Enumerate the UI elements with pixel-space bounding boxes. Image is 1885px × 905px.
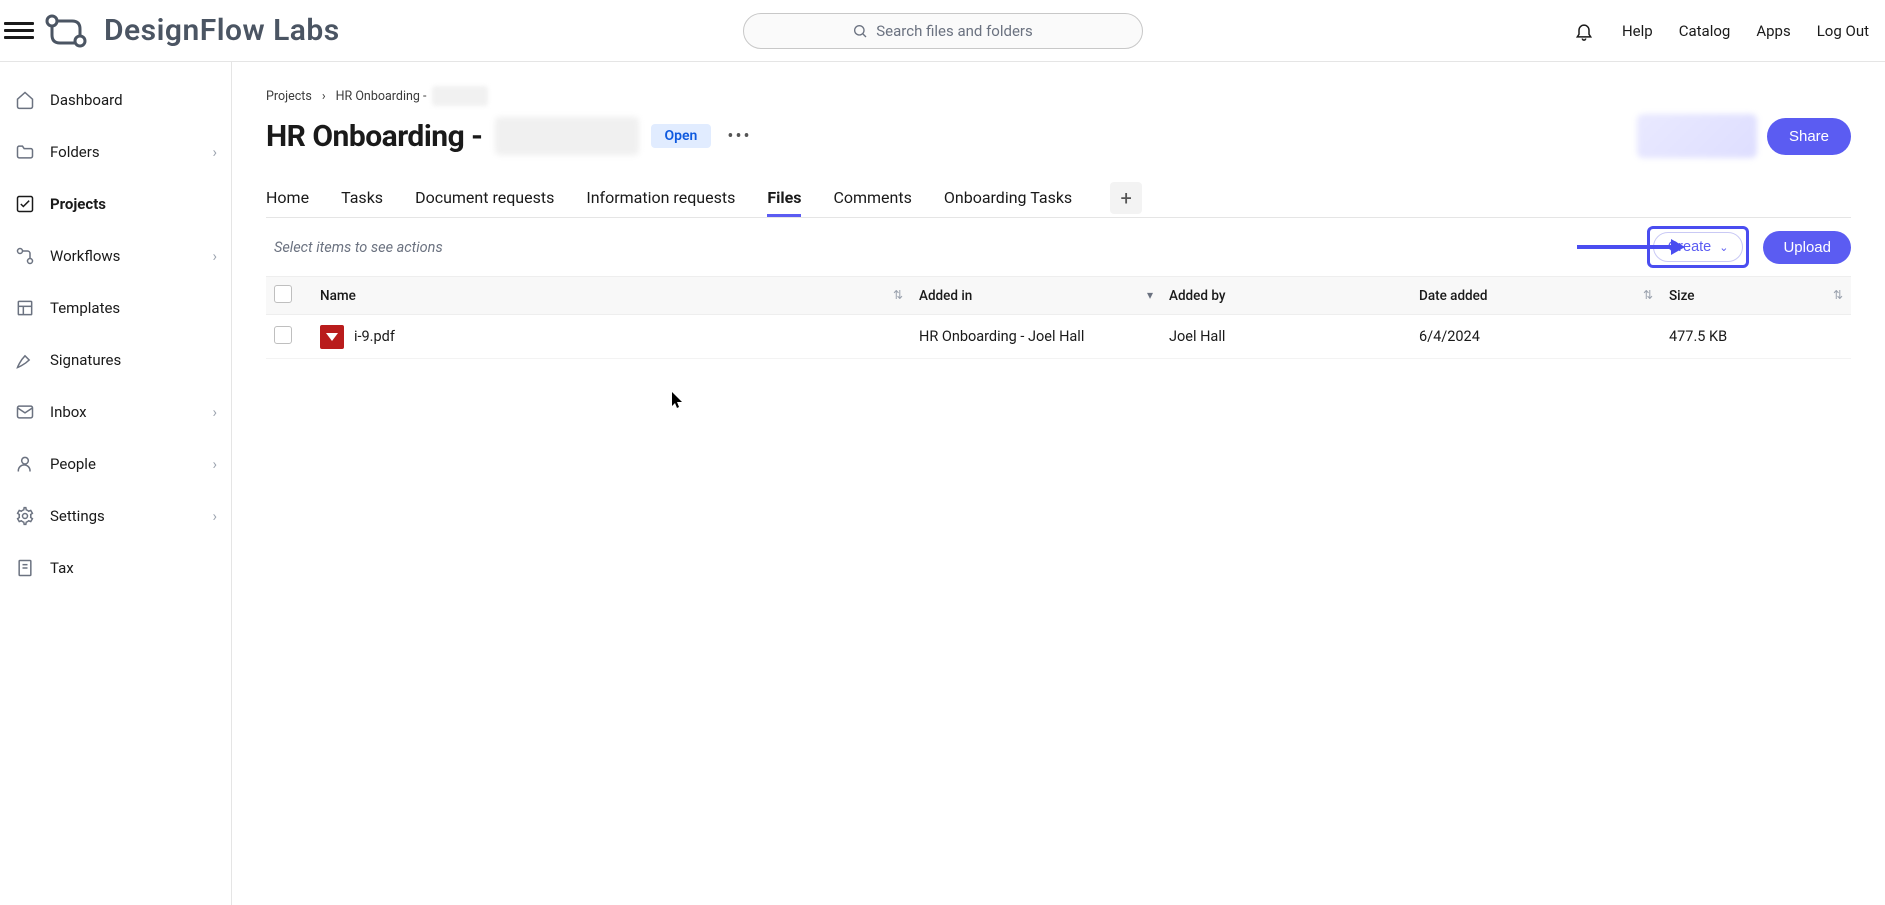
redacted-text — [432, 86, 488, 106]
nav-logout[interactable]: Log Out — [1817, 22, 1869, 40]
col-header-added-by[interactable]: Added by — [1161, 277, 1411, 315]
sidebar-item-dashboard[interactable]: Dashboard — [0, 74, 231, 126]
main-content: Projects › HR Onboarding - HR Onboarding… — [232, 62, 1885, 905]
tab-home[interactable]: Home — [266, 178, 309, 217]
bell-icon — [1574, 21, 1594, 41]
tab-files[interactable]: Files — [767, 178, 801, 217]
projects-icon — [14, 193, 36, 215]
sidebar-item-workflows[interactable]: Workflows › — [0, 230, 231, 282]
sidebar-item-settings[interactable]: Settings › — [0, 490, 231, 542]
sidebar-item-folders[interactable]: Folders › — [0, 126, 231, 178]
file-name: i-9.pdf — [354, 328, 395, 345]
cursor-icon — [672, 392, 684, 408]
cell-size: 477.5 KB — [1661, 315, 1851, 359]
filter-icon: ▾ — [1147, 288, 1153, 302]
signatures-icon — [14, 349, 36, 371]
sidebar-item-label: Signatures — [50, 351, 217, 369]
nav-apps[interactable]: Apps — [1756, 22, 1790, 40]
sort-icon: ⇅ — [893, 288, 903, 302]
col-header-added-in[interactable]: Added in ▾ — [911, 277, 1161, 315]
breadcrumb-current[interactable]: HR Onboarding - — [336, 89, 427, 104]
brand-block[interactable]: DesignFlow Labs — [42, 11, 340, 51]
top-bar: DesignFlow Labs Search files and folders… — [0, 0, 1885, 62]
tab-onboarding-tasks[interactable]: Onboarding Tasks — [944, 178, 1072, 217]
redacted-button — [1637, 114, 1757, 158]
cell-added-by: Joel Hall — [1161, 315, 1411, 359]
sidebar-item-projects[interactable]: Projects — [0, 178, 231, 230]
workflows-icon — [14, 245, 36, 267]
chevron-right-icon: › — [212, 247, 217, 265]
upload-button[interactable]: Upload — [1763, 231, 1851, 264]
tab-information-requests[interactable]: Information requests — [586, 178, 735, 217]
sidebar-item-tax[interactable]: Tax — [0, 542, 231, 594]
cell-date-added: 6/4/2024 — [1411, 315, 1661, 359]
search-icon — [852, 23, 868, 39]
search-placeholder: Search files and folders — [876, 22, 1032, 40]
brand-logo-icon — [42, 11, 90, 51]
sidebar-item-label: Settings — [50, 507, 198, 525]
notifications-button[interactable] — [1572, 19, 1596, 43]
tabs: Home Tasks Document requests Information… — [266, 178, 1851, 218]
home-icon — [14, 89, 36, 111]
sidebar-item-label: Projects — [50, 195, 217, 213]
nav-help[interactable]: Help — [1622, 22, 1653, 40]
sidebar-item-label: Tax — [50, 559, 217, 577]
col-header-name[interactable]: Name ⇅ — [312, 277, 911, 315]
sidebar-item-label: Inbox — [50, 403, 198, 421]
sort-icon: ⇅ — [1643, 288, 1653, 302]
more-actions-button[interactable]: ••• — [723, 122, 755, 151]
sidebar-item-label: Templates — [50, 299, 217, 317]
sidebar: Dashboard Folders › Projects Workflows › — [0, 62, 232, 905]
breadcrumb-root[interactable]: Projects — [266, 89, 312, 104]
annotation-arrow-icon — [1575, 233, 1685, 261]
files-table: Name ⇅ Added in ▾ Added by Date added ⇅ — [266, 276, 1851, 359]
sidebar-item-people[interactable]: People › — [0, 438, 231, 490]
tab-tasks[interactable]: Tasks — [341, 178, 383, 217]
sidebar-item-label: Folders — [50, 143, 198, 161]
chevron-down-icon: ⌄ — [1719, 241, 1728, 254]
sidebar-item-signatures[interactable]: Signatures — [0, 334, 231, 386]
chevron-right-icon: › — [212, 455, 217, 473]
brand-name: DesignFlow Labs — [104, 13, 340, 48]
add-tab-button[interactable]: + — [1110, 182, 1142, 214]
sidebar-item-inbox[interactable]: Inbox › — [0, 386, 231, 438]
sidebar-item-label: Dashboard — [50, 91, 217, 109]
table-header-row: Name ⇅ Added in ▾ Added by Date added ⇅ — [266, 277, 1851, 315]
chevron-right-icon: › — [322, 89, 326, 104]
folder-icon — [14, 141, 36, 163]
pdf-file-icon — [320, 325, 344, 349]
page-title: HR Onboarding - — [266, 119, 483, 154]
sort-icon: ⇅ — [1833, 288, 1843, 302]
chevron-right-icon: › — [212, 507, 217, 525]
tab-document-requests[interactable]: Document requests — [415, 178, 554, 217]
menu-toggle-button[interactable] — [4, 16, 34, 46]
selection-hint: Select items to see actions — [266, 239, 443, 256]
select-all-checkbox[interactable] — [274, 285, 292, 303]
sidebar-item-templates[interactable]: Templates — [0, 282, 231, 334]
inbox-icon — [14, 401, 36, 423]
row-checkbox[interactable] — [274, 326, 292, 344]
people-icon — [14, 453, 36, 475]
gear-icon — [14, 505, 36, 527]
breadcrumb: Projects › HR Onboarding - — [266, 86, 1851, 106]
sidebar-item-label: People — [50, 455, 198, 473]
status-badge: Open — [651, 124, 712, 148]
share-button[interactable]: Share — [1767, 118, 1851, 155]
redacted-text — [495, 117, 639, 155]
chevron-right-icon: › — [212, 143, 217, 161]
col-header-size[interactable]: Size ⇅ — [1661, 277, 1851, 315]
col-header-date-added[interactable]: Date added ⇅ — [1411, 277, 1661, 315]
chevron-right-icon: › — [212, 403, 217, 421]
sidebar-item-label: Workflows — [50, 247, 198, 265]
templates-icon — [14, 297, 36, 319]
table-row[interactable]: i-9.pdf HR Onboarding - Joel Hall Joel H… — [266, 315, 1851, 359]
tab-comments[interactable]: Comments — [833, 178, 911, 217]
nav-catalog[interactable]: Catalog — [1679, 22, 1731, 40]
cell-added-in: HR Onboarding - Joel Hall — [911, 315, 1161, 359]
tax-icon — [14, 557, 36, 579]
search-input[interactable]: Search files and folders — [743, 13, 1143, 49]
